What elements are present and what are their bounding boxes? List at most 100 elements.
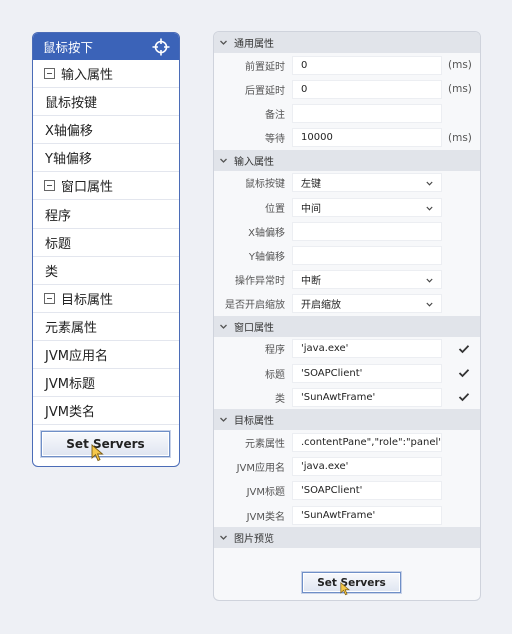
property-section: 通用属性 前置延时 0 (ms) 后置延时 0 (ms) 备注 等待 10000 (ms) (214, 32, 480, 150)
section-header[interactable]: 通用属性 (214, 32, 480, 53)
property-label: 类 (275, 393, 285, 405)
property-select[interactable]: 开启缩放 (292, 294, 442, 314)
outline-item[interactable]: 元素属性 (33, 313, 179, 341)
property-value: 中间 (301, 203, 321, 215)
set-servers-button-secondary[interactable]: Set Servers (302, 572, 401, 593)
outline-item[interactable]: JVM标题 (33, 369, 179, 398)
unit-label: (ms) (448, 131, 472, 144)
property-label: 元素属性 (245, 439, 285, 451)
property-section: 图片预览 (214, 527, 480, 549)
property-input[interactable]: .contentPane","role":"panel")] (292, 433, 442, 453)
chevron-down-icon[interactable] (219, 322, 228, 331)
property-select[interactable]: 中间 (292, 197, 442, 217)
property-input[interactable]: 'SOAPClient' (292, 481, 442, 501)
property-label: JVM类名 (246, 511, 285, 523)
property-input[interactable]: 10000 (292, 128, 442, 148)
outline-label: X轴偏移 (45, 124, 93, 140)
crosshair-icon[interactable] (152, 38, 170, 56)
property-input[interactable] (292, 221, 442, 241)
property-input[interactable]: 'SOAPClient' (292, 363, 442, 383)
collapse-minus-icon[interactable] (44, 180, 55, 192)
property-label: 程序 (265, 345, 285, 357)
outline-label: 鼠标按键 (45, 96, 98, 112)
outline-label: JVM应用名 (45, 348, 108, 364)
property-input[interactable]: 0 (292, 55, 442, 75)
property-value: 左键 (301, 179, 321, 191)
outline-item[interactable]: 类 (33, 257, 179, 285)
property-label: 备注 (265, 109, 285, 121)
section-header[interactable]: 输入属性 (214, 149, 480, 171)
outline-label: 目标属性 (61, 292, 114, 308)
outline-item[interactable]: 程序 (33, 200, 179, 229)
section-header[interactable]: 目标属性 (214, 409, 480, 431)
property-row: JVM应用名 'java.exe' (214, 455, 480, 479)
property-row: JVM类名 'SunAwtFrame' (214, 503, 480, 527)
checkmark-icon[interactable] (458, 344, 470, 354)
property-label: 标题 (265, 369, 285, 381)
collapse-minus-icon[interactable] (44, 292, 55, 304)
outline-label: 类 (45, 264, 59, 280)
mouse-cursor-icon (91, 444, 104, 462)
property-label: JVM标题 (246, 487, 285, 499)
property-value: 'java.exe' (301, 343, 349, 355)
mouse-cursor-icon (340, 582, 350, 596)
property-label: JVM应用名 (236, 463, 285, 475)
property-row: 是否开启缩放 开启缩放 (214, 292, 480, 316)
outline-group[interactable]: 目标属性 (33, 285, 179, 313)
property-value: .contentPane","role":"panel")] (301, 437, 442, 449)
property-label: 鼠标按键 (245, 179, 285, 191)
property-select[interactable]: 左键 (292, 173, 442, 193)
property-value: 0 (301, 59, 308, 71)
outline-item[interactable]: 鼠标按键 (33, 88, 179, 117)
property-input[interactable]: 'SunAwtFrame' (292, 505, 442, 525)
chevron-down-icon[interactable] (219, 156, 228, 165)
property-label: 后置延时 (245, 85, 285, 97)
property-input[interactable]: 'SunAwtFrame' (292, 387, 442, 407)
checkmark-icon[interactable] (458, 392, 470, 402)
section-title: 输入属性 (234, 156, 274, 168)
property-section: 输入属性 鼠标按键 左键 位置 中间 X轴偏移 Y轴偏移 操作异常时 中断 是否开启缩放 开启缩放 (214, 149, 480, 316)
set-servers-label: Set Servers (317, 576, 386, 589)
dropdown-chevron-icon (426, 181, 433, 186)
outline-label: 程序 (45, 208, 72, 224)
section-header[interactable]: 图片预览 (214, 527, 480, 549)
property-label: 是否开启缩放 (225, 300, 285, 312)
outline-label: JVM类名 (45, 405, 95, 421)
collapse-minus-icon[interactable] (44, 68, 55, 80)
outline-item[interactable]: JVM应用名 (33, 341, 179, 370)
property-value: 'java.exe' (301, 461, 349, 473)
outline-label: 元素属性 (45, 320, 98, 336)
property-value: 开启缩放 (301, 300, 341, 312)
outline-item[interactable]: X轴偏移 (33, 116, 179, 145)
property-input[interactable]: 0 (292, 79, 442, 99)
property-label: 等待 (265, 134, 285, 146)
property-input[interactable]: 'java.exe' (292, 339, 442, 359)
chevron-down-icon[interactable] (219, 38, 228, 47)
chevron-down-icon[interactable] (219, 415, 228, 424)
chevron-down-icon[interactable] (219, 533, 228, 542)
outline-group[interactable]: 窗口属性 (33, 172, 179, 201)
property-value: 'SunAwtFrame' (301, 509, 376, 521)
property-input[interactable] (292, 245, 442, 265)
property-input[interactable]: 'java.exe' (292, 457, 442, 477)
set-servers-button[interactable]: Set Servers (41, 431, 170, 457)
property-select[interactable]: 中断 (292, 270, 442, 290)
property-input[interactable] (292, 103, 442, 123)
property-row: 标题 'SOAPClient' (214, 361, 480, 385)
property-label: X轴偏移 (248, 227, 285, 239)
section-header[interactable]: 窗口属性 (214, 315, 480, 337)
property-row: 等待 10000 (ms) (214, 126, 480, 150)
property-value: 'SunAwtFrame' (301, 391, 376, 403)
property-row: Y轴偏移 (214, 243, 480, 267)
property-row: 后置延时 0 (ms) (214, 77, 480, 101)
property-label: 操作异常时 (235, 276, 285, 288)
checkmark-icon[interactable] (458, 368, 470, 378)
outline-item[interactable]: 标题 (33, 229, 179, 257)
property-value: 中断 (301, 276, 321, 288)
section-title: 目标属性 (234, 416, 274, 428)
section-title: 窗口属性 (234, 322, 274, 334)
outline-item[interactable]: Y轴偏移 (33, 144, 179, 173)
dropdown-chevron-icon (426, 206, 433, 211)
outline-group[interactable]: 输入属性 (33, 60, 179, 89)
outline-item[interactable]: JVM类名 (33, 397, 179, 426)
